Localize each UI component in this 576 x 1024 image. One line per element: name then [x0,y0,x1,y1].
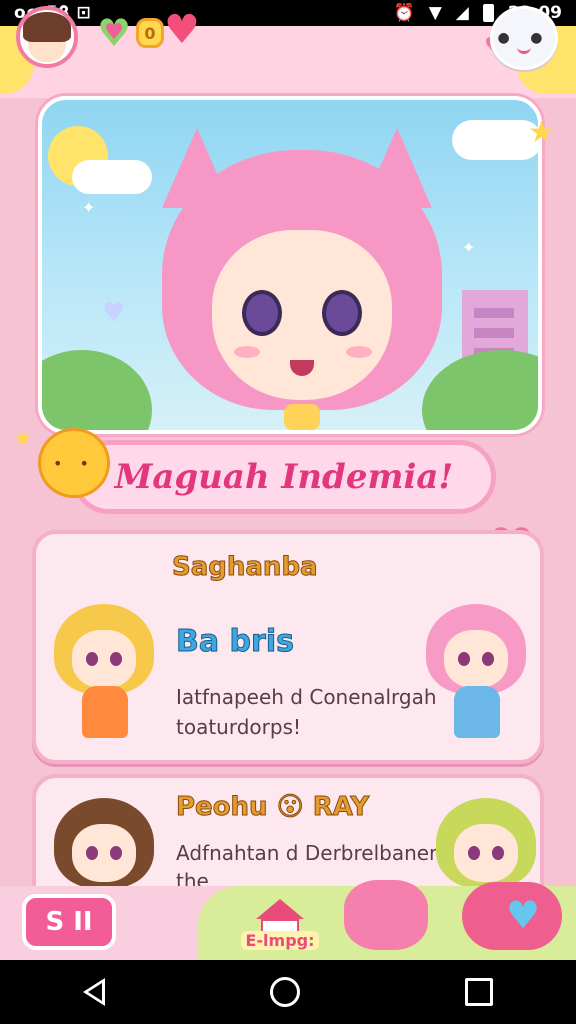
green-heart-icon[interactable]: ♥ ♥ [94,14,134,52]
mascot-icon[interactable]: • • [38,428,110,498]
card-text-line: Adfnahtan d Derbrelbaner [176,841,438,865]
heart-icon: ♥ [506,893,541,937]
coin-counter: 0 [136,18,164,48]
title-banner: Maguah Indemia! [72,440,496,514]
signal-icon: ◢ [455,3,469,23]
s-button[interactable]: S II [22,894,116,950]
alarm-icon: ⏰ [393,3,415,23]
sparkle-icon: ✦ [82,198,96,217]
star-icon: ★ [14,426,32,450]
red-heart-icon[interactable]: ♥ [164,10,200,50]
recents-icon[interactable] [465,978,494,1006]
card-text-line: toaturdorps! [176,715,302,739]
home-label: E-lmpg: [241,931,319,950]
bush-left [42,350,152,430]
android-nav-bar [0,960,576,1024]
cloud-face-icon: ● ● [497,30,551,46]
star-icon: ★ [528,115,555,150]
card-text-line: Iatfnapeeh d Conenalrgah [176,685,437,709]
house-icon [256,899,304,919]
pig-heart-button[interactable]: ♥ [462,882,562,950]
heart-sparkle-icon: ♥ [102,298,126,328]
back-icon[interactable] [82,978,105,1006]
home-button[interactable]: E-lmpg: [232,892,328,950]
avatar[interactable] [16,6,78,68]
status-bar: ᴏᴏ 𝟝𝟖 ⊡ ⏰ ▼ ◢ 23:09 [0,0,576,26]
card-title: Peohu 😮 RAY [175,792,370,823]
character-card[interactable]: Saghanba Ba bris Iatfnapeeh d Conenalrga… [32,530,544,764]
chibi-pink-character [426,594,526,754]
sparkle-icon: ✦ [462,238,476,257]
card-subtitle: Ba bris [176,624,295,660]
bow-icon [284,404,320,430]
card-title: Saghanba [172,552,319,583]
chibi-blonde-character [54,594,154,754]
home-icon[interactable] [269,977,300,1007]
pet-cat-icon[interactable] [344,880,428,950]
hero-illustration: ✦ ✦ ♥ [38,96,542,434]
battery-icon [482,4,494,22]
cloud-face-button[interactable]: ● ● [490,6,558,70]
cloud-icon [72,160,152,194]
anime-girl-illustration [142,120,462,430]
banner-title: Maguah Indemia! [114,457,454,497]
wifi-icon: ▼ [428,3,442,23]
